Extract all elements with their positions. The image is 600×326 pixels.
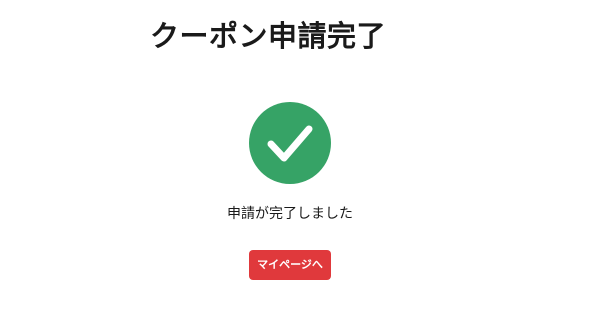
page-title: クーポン申請完了 — [150, 19, 387, 53]
mypage-button[interactable]: マイページへ — [249, 250, 331, 280]
completion-message: 申請が完了しました — [227, 206, 353, 222]
success-check-icon — [249, 102, 331, 184]
